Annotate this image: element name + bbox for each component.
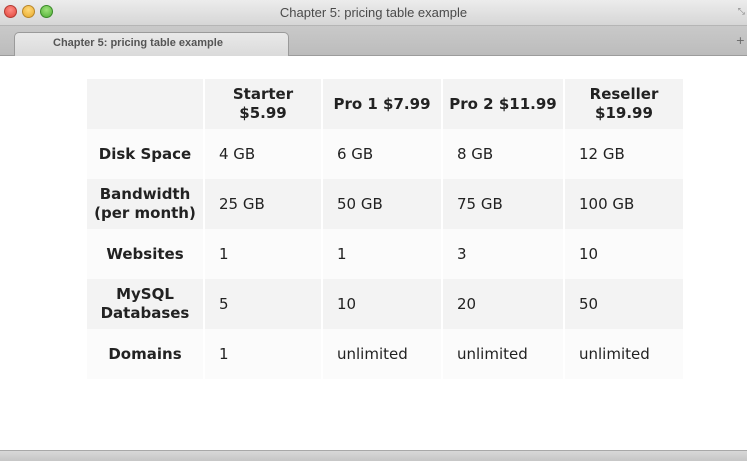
window-bottom-bar [0, 450, 747, 461]
table-cell: unlimited [323, 329, 441, 379]
table-cell: 25 GB [205, 179, 321, 229]
page-content: Starter $5.99 Pro 1 $7.99 Pro 2 $11.99 R… [0, 57, 747, 450]
table-cell: 50 [565, 279, 683, 329]
feature-label: Websites [87, 229, 203, 279]
table-row: Bandwidth (per month) 25 GB 50 GB 75 GB … [87, 179, 683, 229]
table-cell: unlimited [443, 329, 563, 379]
table-row: Disk Space 4 GB 6 GB 8 GB 12 GB [87, 129, 683, 179]
table-row: Domains 1 unlimited unlimited unlimited [87, 329, 683, 379]
window-title: Chapter 5: pricing table example [279, 5, 468, 20]
tab-bar: Chapter 5: pricing table example + [0, 26, 747, 56]
table-cell: 75 GB [443, 179, 563, 229]
tab-label: Chapter 5: pricing table example [53, 37, 223, 49]
plan-header: Pro 1 $7.99 [323, 79, 441, 129]
plan-header: Reseller $19.99 [565, 79, 683, 129]
table-cell: 8 GB [443, 129, 563, 179]
feature-label: Disk Space [87, 129, 203, 179]
table-row: MySQL Databases 5 10 20 50 [87, 279, 683, 329]
table-cell: 10 [323, 279, 441, 329]
table-cell: 20 [443, 279, 563, 329]
table-cell: 1 [323, 229, 441, 279]
table-header-row: Starter $5.99 Pro 1 $7.99 Pro 2 $11.99 R… [87, 79, 683, 129]
table-cell: 1 [205, 329, 321, 379]
plan-header: Pro 2 $11.99 [443, 79, 563, 129]
tab-pricing-table[interactable]: Chapter 5: pricing table example [14, 32, 289, 56]
table-cell: 10 [565, 229, 683, 279]
table-cell: 4 GB [205, 129, 321, 179]
table-cell: 12 GB [565, 129, 683, 179]
table-cell: 3 [443, 229, 563, 279]
table-cell: unlimited [565, 329, 683, 379]
pricing-table: Starter $5.99 Pro 1 $7.99 Pro 2 $11.99 R… [85, 79, 685, 379]
table-cell: 1 [205, 229, 321, 279]
table-cell: 5 [205, 279, 321, 329]
table-cell: 50 GB [323, 179, 441, 229]
plan-header: Starter $5.99 [205, 79, 321, 129]
table-row: Websites 1 1 3 10 [87, 229, 683, 279]
table-cell: 100 GB [565, 179, 683, 229]
feature-label: Bandwidth (per month) [87, 179, 203, 229]
fullscreen-icon[interactable]: ⤡ [738, 7, 745, 17]
table-corner-cell [87, 79, 203, 129]
window-titlebar: Chapter 5: pricing table example ⤡ [0, 0, 747, 26]
table-cell: 6 GB [323, 129, 441, 179]
feature-label: Domains [87, 329, 203, 379]
new-tab-icon[interactable]: + [736, 34, 745, 47]
feature-label: MySQL Databases [87, 279, 203, 329]
